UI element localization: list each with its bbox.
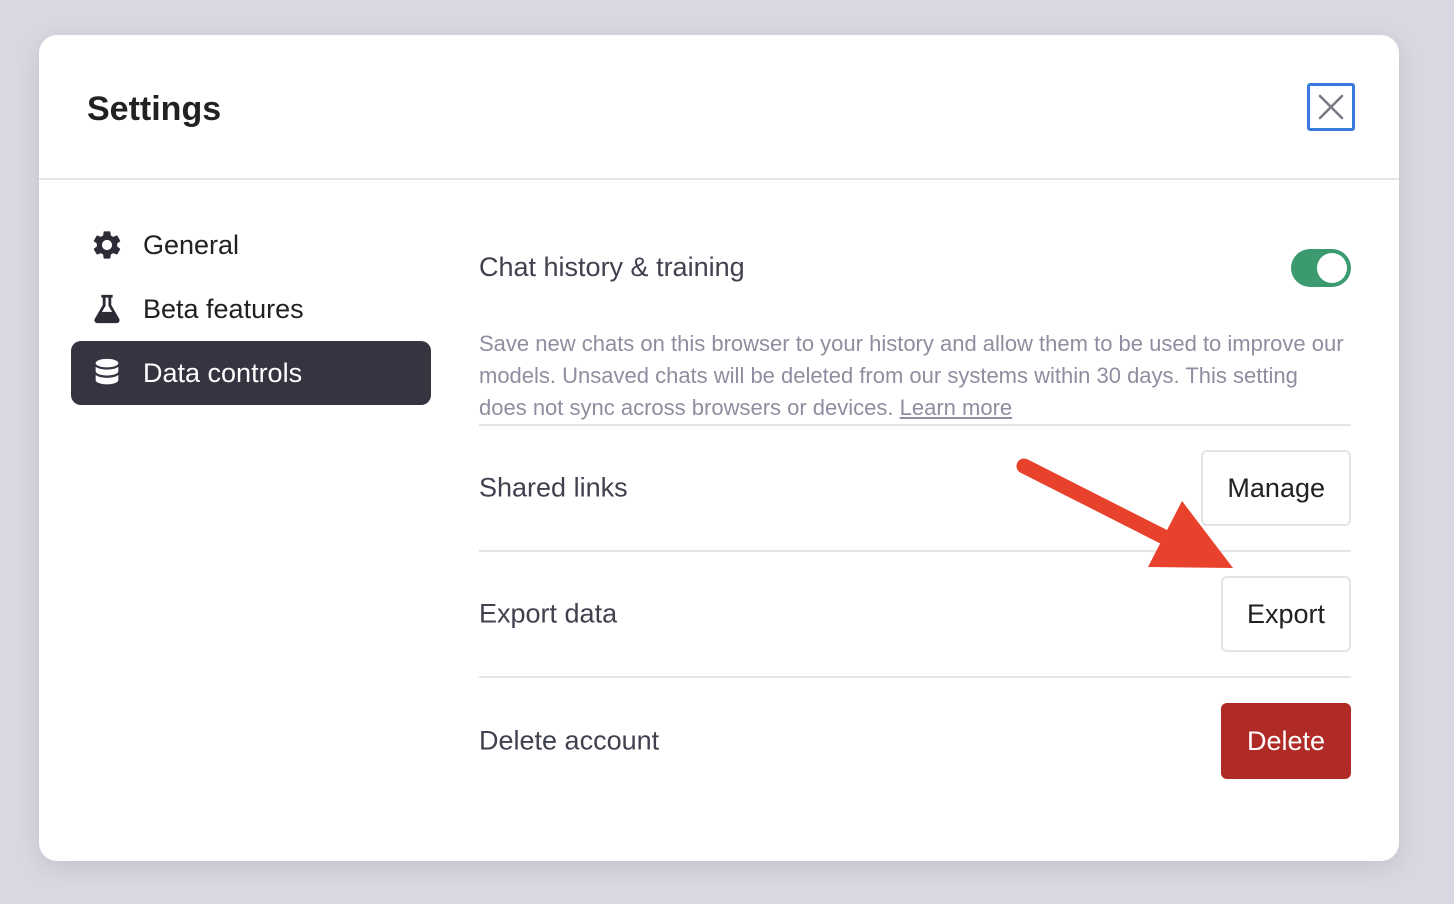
export-data-label: Export data: [479, 598, 618, 629]
close-icon: [1318, 94, 1344, 120]
sidebar-item-beta-features[interactable]: Beta features: [71, 277, 431, 341]
sidebar-item-data-controls[interactable]: Data controls: [71, 341, 431, 405]
manage-button[interactable]: Manage: [1201, 450, 1351, 526]
sidebar-item-label: Beta features: [143, 293, 304, 324]
chat-history-label: Chat history & training: [479, 252, 745, 282]
learn-more-link[interactable]: Learn more: [900, 395, 1013, 420]
export-data-row: Export data Export: [479, 552, 1351, 678]
delete-account-label: Delete account: [479, 725, 660, 756]
sidebar-item-general[interactable]: General: [71, 213, 431, 277]
settings-sidebar: General Beta features Data controls: [71, 213, 431, 405]
shared-links-row: Shared links Manage: [479, 426, 1351, 552]
chat-history-description: Save new chats on this browser to your h…: [479, 328, 1349, 424]
export-button[interactable]: Export: [1220, 576, 1351, 652]
chat-history-toggle[interactable]: [1291, 249, 1351, 287]
shared-links-label: Shared links: [479, 472, 628, 503]
gear-icon: [89, 227, 125, 263]
settings-modal: Settings General Beta features Data cont…: [39, 35, 1399, 861]
close-button[interactable]: [1307, 83, 1355, 131]
modal-title: Settings: [87, 90, 222, 128]
delete-account-row: Delete account Delete: [479, 678, 1351, 804]
sidebar-item-label: Data controls: [143, 357, 303, 388]
modal-header: Settings: [39, 35, 1399, 180]
toggle-knob: [1317, 253, 1347, 283]
delete-button[interactable]: Delete: [1220, 703, 1351, 779]
flask-icon: [89, 291, 125, 327]
sidebar-item-label: General: [143, 229, 240, 260]
chat-history-section: Chat history & training Save new chats o…: [479, 180, 1351, 426]
data-controls-panel: Chat history & training Save new chats o…: [479, 180, 1351, 804]
database-icon: [89, 355, 125, 391]
